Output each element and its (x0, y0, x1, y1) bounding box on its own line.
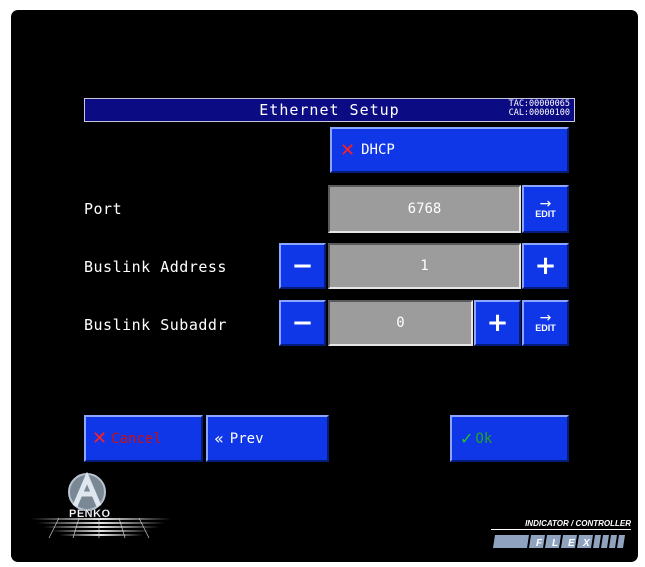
port-label: Port (84, 200, 123, 218)
plus-icon: + (534, 251, 557, 281)
ok-button[interactable]: ✓ Ok (450, 415, 569, 462)
buslink-subaddr-edit-button[interactable]: → EDIT (522, 300, 569, 346)
buslink-address-plus-button[interactable]: + (522, 243, 569, 289)
x-mark-icon: ✕ (92, 428, 108, 449)
dhcp-label: DHCP (361, 142, 395, 158)
penko-logo: PENKO (29, 471, 179, 552)
port-edit-button[interactable]: → EDIT (522, 185, 569, 233)
plus-icon: + (486, 308, 509, 338)
logo-text: PENKO (69, 508, 111, 520)
checkmark-icon: ✓ (460, 429, 474, 448)
tac-cal-readout: TAC:00000065 CAL:00000100 (509, 100, 570, 118)
buslink-subaddr-label: Buslink Subaddr (84, 316, 227, 334)
page-title: Ethernet Setup (259, 101, 400, 119)
svg-text:L: L (552, 538, 558, 549)
double-chevron-left-icon: « (214, 429, 224, 448)
cancel-button[interactable]: ✕ Cancel (84, 415, 203, 462)
svg-text:X: X (582, 538, 591, 549)
svg-text:E: E (568, 538, 575, 549)
ok-label: Ok (475, 430, 493, 447)
svg-text:F: F (536, 538, 543, 549)
title-bar: Ethernet Setup TAC:00000065 CAL:00000100 (84, 98, 575, 122)
flex-logo: F L E X (491, 534, 631, 549)
prev-label: Prev (229, 430, 264, 447)
product-brand: INDICATOR / CONTROLLER F L E X (491, 519, 631, 549)
arrow-right-icon: → (539, 310, 552, 326)
buslink-subaddr-field[interactable]: 0 (328, 300, 473, 346)
flex-logo-graphic: F L E X (493, 535, 625, 549)
device-screen: Ethernet Setup TAC:00000065 CAL:00000100… (11, 10, 638, 562)
port-field[interactable]: 6768 (328, 185, 521, 233)
product-line-label: INDICATOR / CONTROLLER (491, 519, 631, 530)
buslink-address-label: Buslink Address (84, 258, 227, 276)
minus-icon: − (291, 251, 314, 281)
cal-counter: CAL:00000100 (508, 108, 570, 118)
buslink-subaddr-minus-button[interactable]: − (279, 300, 326, 346)
edit-label: EDIT (535, 209, 556, 219)
cancel-label: Cancel (111, 430, 162, 447)
x-mark-icon: ✕ (340, 139, 356, 161)
edit-label: EDIT (535, 323, 556, 333)
arrow-right-icon: → (539, 196, 552, 212)
minus-icon: − (291, 308, 314, 338)
prev-button[interactable]: « Prev (206, 415, 329, 462)
buslink-subaddr-plus-button[interactable]: + (474, 300, 521, 346)
buslink-address-minus-button[interactable]: − (279, 243, 326, 289)
buslink-address-field[interactable]: 1 (328, 243, 521, 289)
dhcp-toggle-button[interactable]: ✕ DHCP (330, 127, 569, 173)
